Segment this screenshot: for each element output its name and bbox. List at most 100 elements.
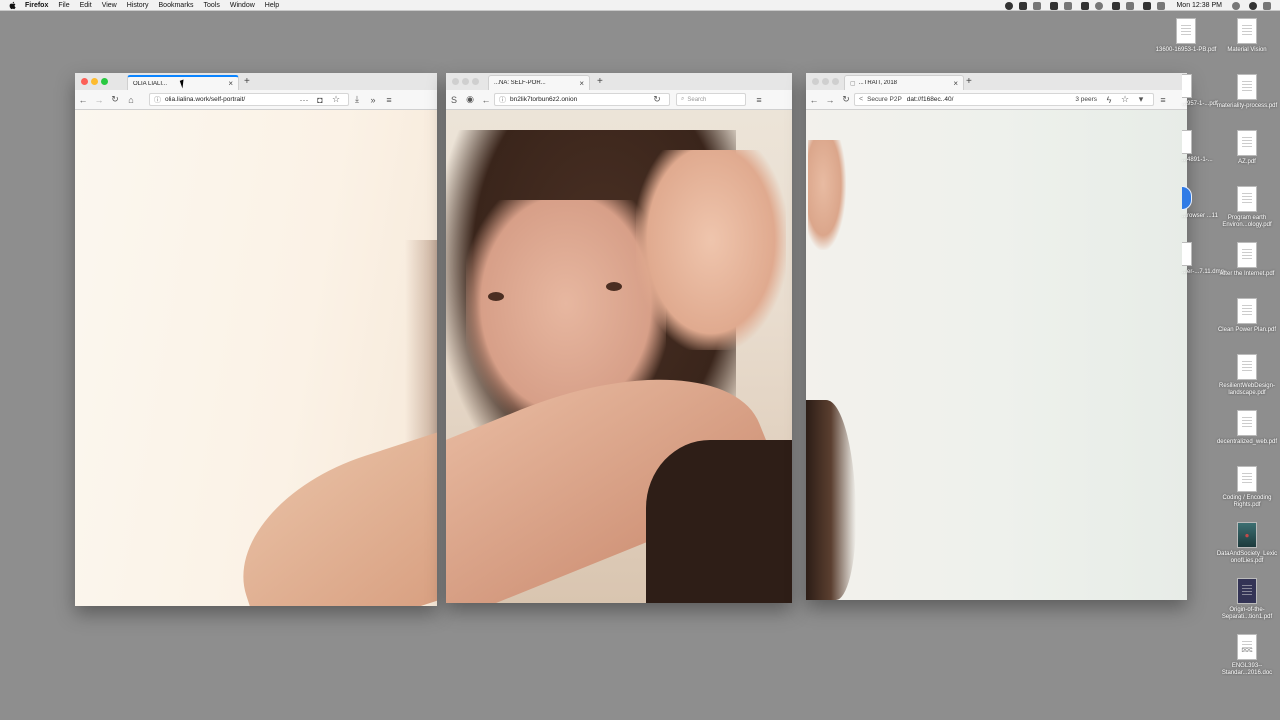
desktop-file[interactable]: materiality-process.pdf: [1216, 74, 1278, 110]
tab-self-portrait[interactable]: ▢ ...TRAIT, 2018 ×: [844, 75, 964, 90]
close-window-button[interactable]: [452, 78, 459, 85]
menu-history[interactable]: History: [127, 2, 149, 9]
record-icon[interactable]: [1005, 1, 1014, 10]
desktop-file[interactable]: DataAndSociety_LexiconofLies.pdf: [1216, 522, 1278, 565]
apple-menu-icon[interactable]: [9, 0, 19, 10]
share-icon[interactable]: <: [859, 96, 863, 103]
desktop-file[interactable]: AZ.pdf: [1216, 130, 1278, 166]
tab-self-portrait[interactable]: ...NA: SELF-POR... ×: [488, 75, 590, 90]
pdf-file-icon: [1237, 74, 1257, 100]
desktop-file[interactable]: Origin-of-the-Separati...tion1.pdf: [1216, 578, 1278, 621]
forward-button[interactable]: →: [825, 95, 835, 105]
close-window-button[interactable]: [81, 78, 88, 85]
site-info-icon[interactable]: ⓘ: [154, 95, 161, 105]
pdf-file-icon: [1237, 298, 1257, 324]
hamburger-menu-icon[interactable]: ≡: [384, 95, 394, 105]
bookmark-star-icon[interactable]: ☆: [1120, 94, 1130, 105]
zoom-window-button[interactable]: [832, 78, 839, 85]
desktop-file[interactable]: After the Internet.pdf: [1216, 242, 1278, 278]
close-tab-icon[interactable]: ×: [953, 79, 958, 88]
hamburger-menu-icon[interactable]: ≡: [1158, 95, 1168, 105]
minimize-window-button[interactable]: [822, 78, 829, 85]
url-bar[interactable]: < Secure P2P dat://f168ec..40/ 3 peers ϟ…: [854, 93, 1154, 106]
reload-button[interactable]: ↻: [652, 94, 662, 105]
nav-toolbar: ← → ↻ < Secure P2P dat://f168ec..40/ 3 p…: [806, 90, 1187, 110]
downloads-icon[interactable]: ⤓: [352, 94, 362, 105]
pocket-icon[interactable]: ◘: [315, 95, 325, 105]
hand-fingers: [808, 140, 846, 250]
notification-center-icon[interactable]: [1263, 1, 1271, 10]
new-tab-button[interactable]: +: [244, 76, 250, 87]
file-label: DataAndSociety_LexiconofLies.pdf: [1216, 551, 1278, 564]
menu-file[interactable]: File: [58, 2, 69, 9]
beaker-icon[interactable]: [1081, 1, 1090, 10]
volume-icon[interactable]: [1157, 1, 1166, 10]
desktop-file[interactable]: DOC ENGL393-- Standar...2016.doc: [1216, 634, 1278, 677]
app-menu[interactable]: Firefox: [25, 2, 48, 9]
menu-help[interactable]: Help: [265, 2, 279, 9]
pdf-file-icon: [1237, 466, 1257, 492]
page-actions-icon[interactable]: ···: [299, 95, 309, 105]
coffee-icon[interactable]: [1064, 1, 1073, 10]
back-button[interactable]: ←: [78, 95, 88, 105]
dropdown-icon[interactable]: ▾: [1136, 94, 1146, 105]
spotlight-icon[interactable]: [1232, 1, 1240, 10]
menu-bookmarks[interactable]: Bookmarks: [159, 2, 194, 9]
search-field[interactable]: ⌕ Search: [676, 93, 746, 106]
hair-strands: [806, 400, 856, 600]
file-label: Material Vision: [1227, 47, 1267, 53]
minimize-window-button[interactable]: [91, 78, 98, 85]
user-avatar-icon[interactable]: [1249, 1, 1257, 10]
desktop-file[interactable]: Program earth Environ...ology.pdf: [1216, 186, 1278, 229]
peers-count[interactable]: 3 peers: [1075, 96, 1097, 103]
flash-icon[interactable]: ϟ: [1104, 95, 1114, 105]
desktop-file[interactable]: Coding / Encoding Rights.pdf: [1216, 466, 1278, 509]
url-text: dat://f168ec..40/: [906, 96, 954, 103]
menu-clock[interactable]: Mon 12:38 PM: [1176, 2, 1222, 9]
bookmark-star-icon[interactable]: ☆: [331, 94, 341, 105]
reload-button[interactable]: ↻: [841, 94, 851, 105]
bluetooth-icon[interactable]: [1112, 1, 1121, 10]
back-button[interactable]: ←: [481, 95, 491, 105]
noscript-icon[interactable]: S: [449, 95, 459, 105]
home-button[interactable]: ⌂: [126, 95, 136, 105]
desktop-file[interactable]: Material Vision: [1216, 18, 1278, 54]
url-bar[interactable]: ⓘ olia.lialina.work/self-portrait/ ··· ◘…: [149, 93, 349, 106]
menu-view[interactable]: View: [102, 2, 117, 9]
dropbox-icon[interactable]: [1019, 1, 1028, 10]
url-bar[interactable]: ⓘ bn2lik7torbun6z2.onion ↻: [494, 93, 670, 106]
extension-icon[interactable]: [1050, 1, 1059, 10]
close-window-button[interactable]: [812, 78, 819, 85]
back-button[interactable]: ←: [809, 95, 819, 105]
tor-onion-icon[interactable]: ◉: [465, 94, 475, 105]
menu-tools[interactable]: Tools: [204, 2, 220, 9]
overflow-icon[interactable]: »: [368, 95, 378, 105]
minimize-window-button[interactable]: [462, 78, 469, 85]
desktop-file[interactable]: ResilientWebDesign-landscape.pdf: [1216, 354, 1278, 397]
desktop-file[interactable]: 13600-16953-1-PB.pdf: [1155, 18, 1217, 54]
desktop-file[interactable]: decentralized_web.pdf: [1216, 410, 1278, 446]
pdf-thumbnail-icon: [1237, 522, 1257, 548]
new-tab-button[interactable]: +: [966, 76, 972, 87]
new-tab-button[interactable]: +: [597, 76, 603, 87]
menu-window[interactable]: Window: [230, 2, 255, 9]
zoom-window-button[interactable]: [472, 78, 479, 85]
close-tab-icon[interactable]: ×: [579, 79, 584, 88]
time-machine-icon[interactable]: [1095, 1, 1104, 10]
display-icon[interactable]: [1143, 1, 1152, 10]
hamburger-menu-icon[interactable]: ≡: [754, 95, 764, 105]
forward-button[interactable]: →: [94, 95, 104, 105]
creative-cloud-icon[interactable]: [1033, 1, 1042, 10]
zoom-window-button[interactable]: [101, 78, 108, 85]
site-info-icon[interactable]: ⓘ: [499, 95, 506, 105]
file-label: ENGL393-- Standar...2016.doc: [1221, 663, 1273, 676]
close-tab-icon[interactable]: ×: [228, 79, 233, 88]
menu-edit[interactable]: Edit: [80, 2, 92, 9]
pdf-file-icon: [1237, 18, 1257, 44]
wifi-icon[interactable]: [1126, 1, 1135, 10]
page-content-self-portrait: [806, 110, 1187, 600]
doc-badge: DOC: [1241, 648, 1253, 654]
secure-p2p-label[interactable]: Secure P2P: [867, 96, 902, 103]
reload-button[interactable]: ↻: [110, 94, 120, 105]
desktop-file[interactable]: Clean Power Plan.pdf: [1216, 298, 1278, 334]
